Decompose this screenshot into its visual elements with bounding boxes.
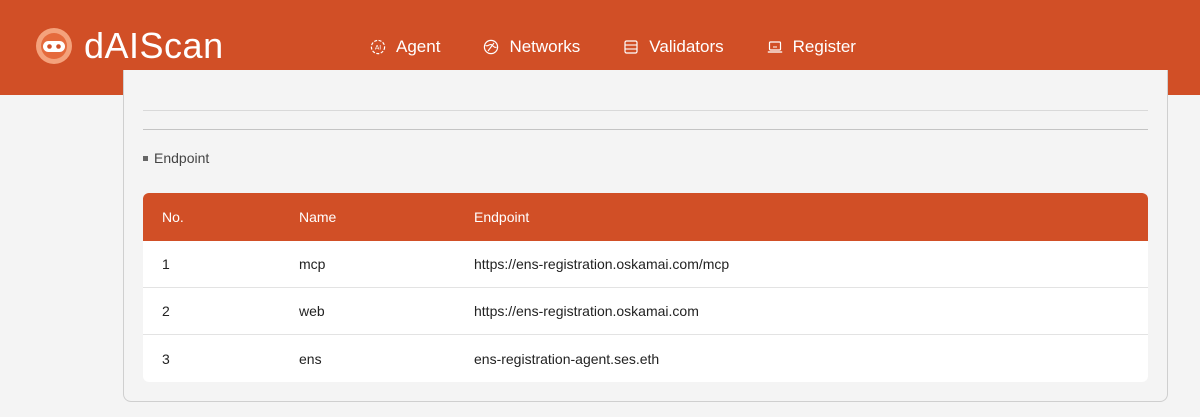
brand[interactable]: dAIScan [34, 26, 224, 66]
nav-register[interactable]: Register [767, 35, 856, 59]
endpoint-table: No. Name Endpoint 1 mcp https://ens-regi… [143, 193, 1148, 382]
cell-no: 3 [162, 350, 170, 367]
main-nav: AI Agent Networks Validators Register [370, 35, 856, 59]
nav-networks-label: Networks [509, 37, 581, 56]
globe-icon [483, 39, 499, 55]
cell-no: 1 [162, 256, 170, 272]
nav-agent[interactable]: AI Agent [370, 35, 440, 59]
column-header-name: Name [299, 209, 337, 225]
section-title-text: Endpoint [154, 150, 210, 166]
nav-register-label: Register [792, 37, 856, 56]
brand-name: dAIScan [84, 25, 224, 66]
section-title: Endpoint [143, 150, 209, 166]
table-header: No. Name Endpoint [143, 193, 1148, 241]
square-bullet-icon [143, 155, 148, 161]
nav-validators-label: Validators [649, 37, 724, 56]
cell-endpoint[interactable]: ens-registration-agent.ses.eth [474, 351, 1148, 367]
nav-agent-label: Agent [396, 37, 441, 56]
server-icon [623, 39, 639, 55]
nav-validators[interactable]: Validators [623, 35, 724, 59]
table-row: 2 web https://ens-registration.oskamai.c… [143, 288, 1148, 335]
column-header-no: No. [162, 209, 184, 225]
section-divider [143, 129, 1148, 130]
cell-endpoint[interactable]: https://ens-registration.oskamai.com [474, 303, 1148, 319]
table-row: 3 ens ens-registration-agent.ses.eth [143, 335, 1148, 382]
cell-no: 2 [162, 303, 170, 319]
cell-name: ens [299, 350, 322, 367]
column-header-endpoint: Endpoint [474, 209, 530, 225]
agent-detail-card: Endpoint No. Name Endpoint 1 mcp https:/… [123, 70, 1168, 402]
svg-text:AI: AI [375, 44, 381, 52]
previous-row-divider [143, 110, 1148, 111]
cell-name: mcp [299, 256, 326, 272]
robot-logo-icon [34, 26, 74, 66]
laptop-icon [767, 39, 783, 55]
table-row: 1 mcp https://ens-registration.oskamai.c… [143, 241, 1148, 288]
cell-endpoint[interactable]: https://ens-registration.oskamai.com/mcp [474, 256, 1148, 272]
cell-name: web [299, 303, 325, 319]
ai-icon: AI [370, 39, 386, 55]
nav-networks[interactable]: Networks [483, 35, 580, 59]
